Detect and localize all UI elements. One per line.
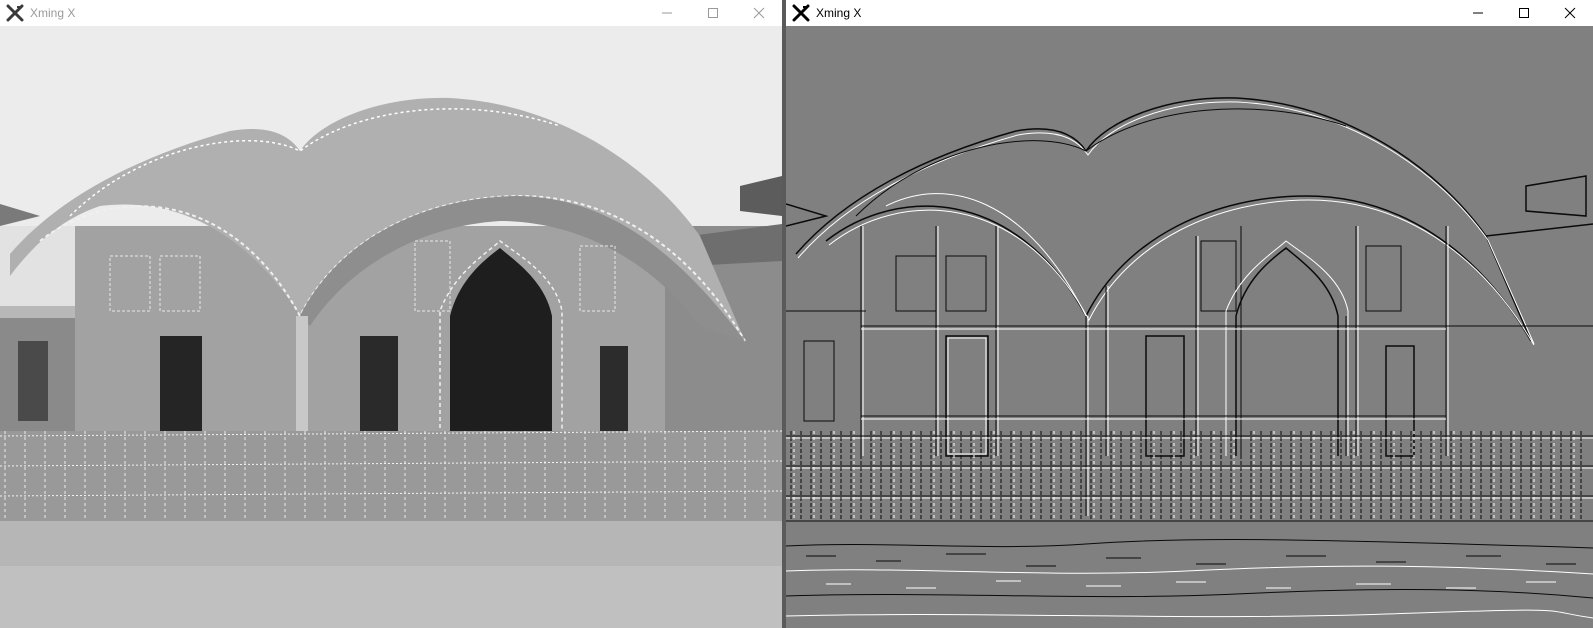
maximize-icon: [1519, 8, 1529, 18]
close-button[interactable]: [736, 0, 782, 26]
close-icon: [753, 7, 765, 19]
xming-window-edges[interactable]: Xming X: [786, 0, 1593, 628]
edge-detection-image: [786, 26, 1593, 628]
close-button[interactable]: [1547, 0, 1593, 26]
maximize-button[interactable]: [690, 0, 736, 26]
xming-x-icon: [792, 4, 810, 22]
minimize-icon: [662, 12, 672, 14]
minimize-button[interactable]: [1455, 0, 1501, 26]
close-icon: [1564, 7, 1576, 19]
grayscale-photo: [0, 26, 782, 628]
image-canvas-edges: [786, 26, 1593, 628]
window-title: Xming X: [30, 6, 76, 20]
title-bar[interactable]: Xming X: [0, 0, 782, 26]
maximize-icon: [708, 8, 718, 18]
title-bar[interactable]: Xming X: [786, 0, 1593, 26]
minimize-icon: [1473, 12, 1483, 14]
xming-x-icon: [6, 4, 24, 22]
window-title: Xming X: [816, 6, 862, 20]
maximize-button[interactable]: [1501, 0, 1547, 26]
minimize-button[interactable]: [644, 0, 690, 26]
image-canvas-original: [0, 26, 782, 628]
xming-window-original[interactable]: Xming X: [0, 0, 782, 628]
